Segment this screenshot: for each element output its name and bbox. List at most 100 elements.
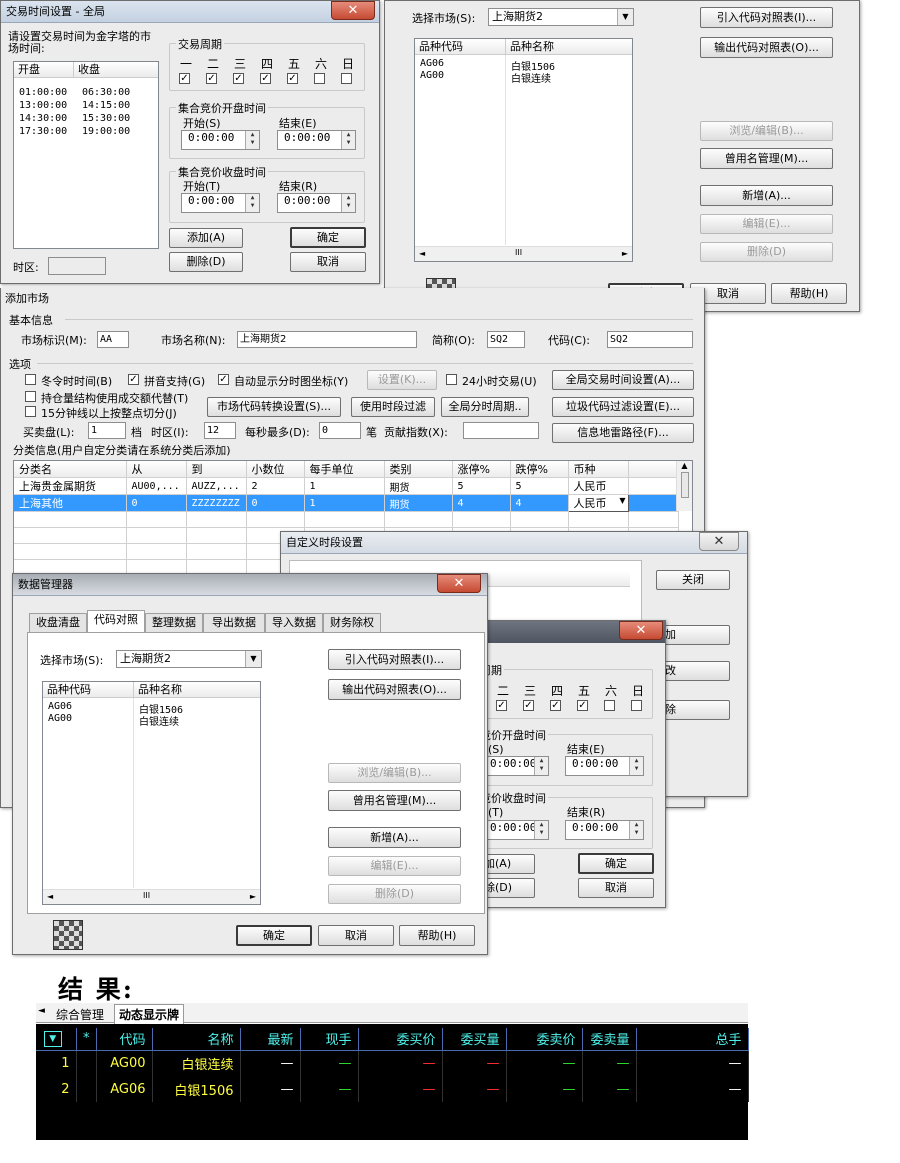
cancel-button[interactable]: 取消	[318, 925, 394, 946]
list-item[interactable]: AG00	[420, 70, 444, 81]
board-column-header[interactable]: 委买价	[358, 1028, 443, 1051]
table-header-cell[interactable]: 类别	[384, 461, 453, 478]
vertical-scrollbar[interactable]: ▲	[676, 461, 692, 511]
weekday-checkbox[interactable]: ✓	[179, 73, 190, 84]
value-cell[interactable]: —	[582, 1050, 637, 1076]
table-cell[interactable]: 2	[246, 477, 305, 495]
list-item[interactable]: 白银连续	[139, 713, 179, 728]
cancel-button[interactable]: 取消	[290, 252, 366, 272]
table-header-cell[interactable]: 每手单位	[304, 461, 385, 478]
browse-edit-button[interactable]: 浏览/编辑(B)...	[328, 763, 461, 783]
new-button[interactable]: 新增(A)...	[328, 827, 461, 848]
value-cell[interactable]: —	[442, 1076, 507, 1102]
board-column-header[interactable]: 代码	[96, 1028, 153, 1051]
value-cell[interactable]: —	[300, 1050, 359, 1076]
table-cell[interactable]: 5	[452, 477, 511, 495]
close-button[interactable]: ✕	[619, 621, 663, 640]
global-period-button[interactable]: 全局分时周期..	[441, 397, 529, 417]
table-cell[interactable]: 期货	[384, 494, 453, 512]
table-cell[interactable]: 4	[510, 494, 569, 512]
cancel-button[interactable]: 取消	[578, 878, 654, 898]
scroll-left-icon[interactable]: ◄	[419, 249, 425, 258]
scroll-up-icon[interactable]: ▲	[677, 461, 692, 470]
tab-4[interactable]: 导入数据	[265, 613, 323, 633]
edit-button[interactable]: 编辑(E)...	[700, 214, 833, 234]
short-name-input[interactable]: SQ2	[487, 331, 525, 348]
col-header-code[interactable]: 品种代码	[415, 39, 506, 55]
weekday-checkbox[interactable]: ✓	[496, 700, 507, 711]
code-list[interactable]: 品种代码 品种名称 AG06 白银1506 AG00 白银连续 ◄ III ►	[414, 38, 633, 262]
scroll-thumb[interactable]: III	[143, 891, 150, 900]
ok-button[interactable]: 确定	[578, 853, 654, 874]
session-close-cell[interactable]: 15:30:00	[82, 113, 130, 124]
weekday-checkbox[interactable]: ✓	[523, 700, 534, 711]
tab-5[interactable]: 财务除权	[323, 613, 381, 633]
settings-button[interactable]: 设置(K)...	[367, 370, 437, 390]
tab-3[interactable]: 导出数据	[203, 613, 265, 633]
help-button[interactable]: 帮助(H)	[771, 283, 847, 304]
ok-button[interactable]: 确定	[236, 925, 312, 946]
code-input[interactable]: SQ2	[607, 331, 693, 348]
weekday-checkbox[interactable]	[604, 700, 615, 711]
bid-ask-input[interactable]: 1	[88, 422, 126, 439]
table-cell[interactable]: 期货	[384, 477, 453, 495]
chevron-down-icon[interactable]: ▼	[619, 496, 625, 505]
delete-button[interactable]: 删除(D)	[700, 242, 833, 262]
quote-board[interactable]: ▼ * 代码 名称 最新 现手 委买价 委买量 委卖价 委卖量 总手 1 AG00 白银连续 — — — — — —…	[36, 1024, 749, 1140]
table-header-cell[interactable]: 到	[186, 461, 247, 478]
15min-checkbox[interactable]	[25, 406, 36, 417]
session-close-cell[interactable]: 06:30:00	[82, 87, 130, 98]
tab-dynamic-board[interactable]: 动态显示牌	[114, 1004, 185, 1024]
tab-1[interactable]: 代码对照	[87, 610, 145, 633]
board-column-header[interactable]: *	[76, 1028, 97, 1051]
market-name-input[interactable]: 上海期货2	[237, 331, 417, 348]
value-cell[interactable]: —	[506, 1050, 583, 1076]
landmine-path-button[interactable]: 信息地雷路径(F)...	[552, 423, 694, 443]
tab-0[interactable]: 收盘清盘	[29, 613, 87, 633]
import-table-button[interactable]: 引入代码对照表(I)...	[700, 7, 833, 28]
session-close-cell[interactable]: 19:00:00	[82, 126, 130, 137]
table-header-cell[interactable]: 小数位	[246, 461, 305, 478]
24h-trading-checkbox[interactable]	[446, 374, 457, 385]
help-button[interactable]: 帮助(H)	[399, 925, 475, 946]
board-column-header[interactable]: 委卖量	[582, 1028, 637, 1051]
auction-open-end-input[interactable]: 0:00:00 ▲ ▼	[565, 756, 644, 776]
import-table-button[interactable]: 引入代码对照表(I)...	[328, 649, 461, 670]
list-item[interactable]: 白银连续	[511, 70, 551, 85]
alias-manage-button[interactable]: 曾用名管理(M)...	[700, 148, 833, 169]
table-cell[interactable]: 1	[304, 477, 385, 495]
auction-open-end-input[interactable]: 0:00:00 ▲ ▼	[277, 130, 356, 150]
session-open-cell[interactable]: 14:30:00	[19, 113, 67, 124]
session-list[interactable]: 开盘 收盘 01:00:00 06:30:00 13:00:00 14:15:00 14…	[13, 61, 159, 249]
name-cell[interactable]: 白银1506	[152, 1076, 241, 1102]
weekday-checkbox[interactable]	[631, 700, 642, 711]
value-cell[interactable]: —	[506, 1076, 583, 1102]
table-cell[interactable]: 1	[304, 494, 385, 512]
contribution-input[interactable]	[463, 422, 539, 439]
weekday-checkbox[interactable]: ✓	[233, 73, 244, 84]
board-column-header[interactable]: 最新	[240, 1028, 301, 1051]
period-filter-button[interactable]: 使用时段过滤	[351, 397, 435, 417]
table-header-cell[interactable]: 涨停%	[452, 461, 511, 478]
browse-edit-button[interactable]: 浏览/编辑(B)...	[700, 121, 833, 141]
table-row[interactable]: 上海其他 0 ZZZZZZZZ 0 1 期货 4 4 人民币 ▼	[14, 494, 679, 512]
weekday-checkbox[interactable]: ✓	[577, 700, 588, 711]
delete-button[interactable]: 除	[656, 700, 730, 720]
winter-time-checkbox[interactable]	[25, 374, 36, 385]
table-cell[interactable]: 人民币 ▼	[567, 494, 629, 512]
timezone-input[interactable]: 12	[204, 422, 236, 439]
add-button[interactable]: 加	[656, 625, 730, 645]
export-table-button[interactable]: 输出代码对照表(O)...	[700, 37, 833, 58]
table-header-cell[interactable]: 跌停%	[510, 461, 569, 478]
table-header-cell[interactable]: 分类名	[14, 461, 127, 478]
col-header-code[interactable]: 品种代码	[43, 682, 134, 698]
table-row[interactable]: 2 AG06 白银1506— — — — — — —	[36, 1076, 749, 1102]
market-id-input[interactable]: AA	[97, 331, 129, 348]
value-cell[interactable]: —	[240, 1076, 301, 1102]
auction-close-end-input[interactable]: 0:00:00 ▲ ▼	[277, 193, 356, 213]
table-row[interactable]: 1 AG00 白银连续 — — — — — — —	[36, 1050, 749, 1076]
weekday-checkbox[interactable]: ✓	[206, 73, 217, 84]
table-cell[interactable]: AUZZ,...	[186, 477, 247, 495]
ok-button[interactable]: 确定	[290, 227, 366, 248]
new-button[interactable]: 新增(A)...	[700, 185, 833, 206]
